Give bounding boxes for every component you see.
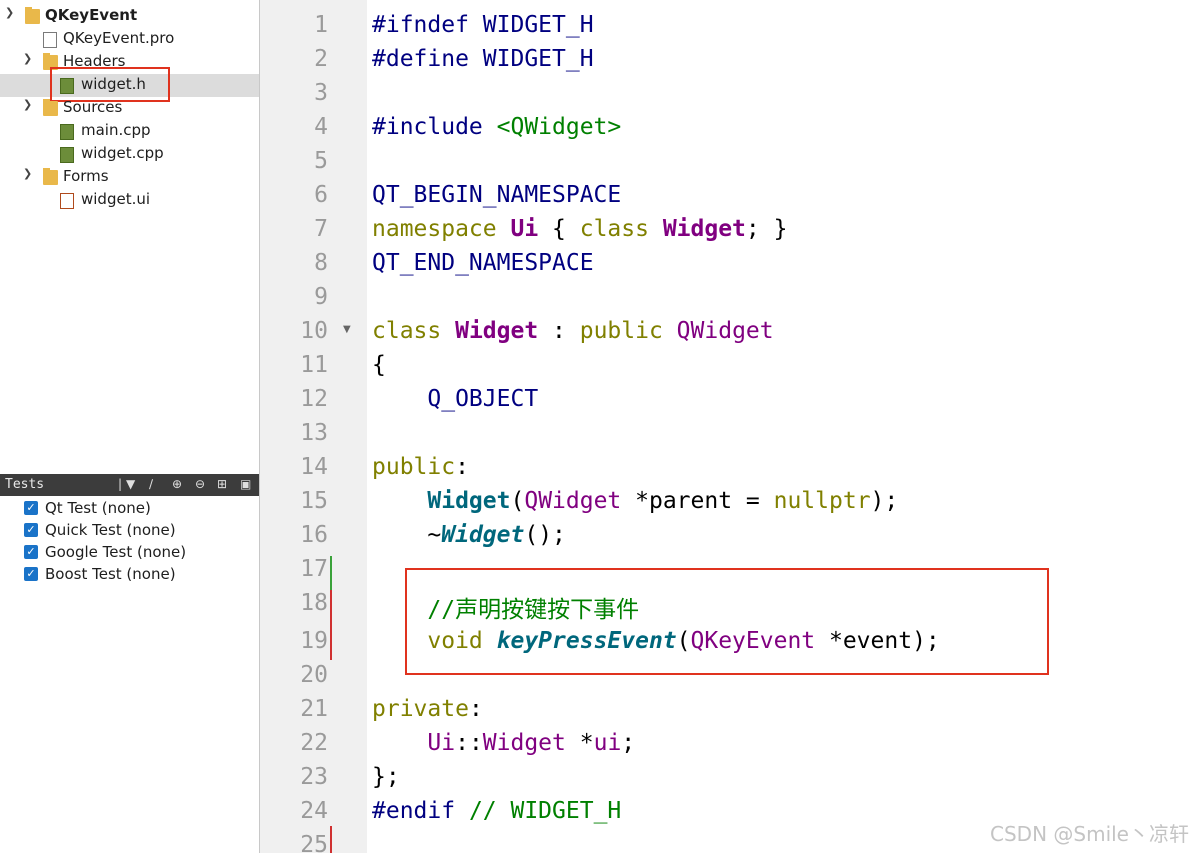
line-number: 16: [300, 522, 328, 548]
code-line-24: #endif // WIDGET_H: [372, 798, 622, 824]
close-panel-icon[interactable]: ▣: [240, 477, 251, 491]
test-label: Google Test (none): [45, 543, 187, 561]
ui-file-icon: [60, 193, 74, 209]
line-number: 9: [314, 284, 328, 310]
tree-item-pro-file[interactable]: QKeyEvent.pro: [0, 28, 259, 51]
line-number: 14: [300, 454, 328, 480]
filter-icon[interactable]: ▼: [126, 477, 135, 491]
test-label: Boost Test (none): [45, 565, 176, 583]
pro-file-label: QKeyEvent.pro: [63, 29, 175, 47]
checkbox-checked-icon[interactable]: ✓: [24, 567, 38, 581]
line-number: 2: [314, 46, 328, 72]
line-number: 25: [300, 832, 328, 858]
change-marker-modified: [330, 826, 332, 853]
project-tree: ❯ QKeyEvent QKeyEvent.pro ❯ Headers widg…: [0, 0, 259, 472]
code-line-1: #ifndef WIDGET_H: [372, 12, 594, 38]
project-name: QKeyEvent: [45, 6, 138, 24]
form-file-label: widget.ui: [81, 190, 151, 208]
checkbox-checked-icon[interactable]: ✓: [24, 501, 38, 515]
cpp-file-icon: [60, 147, 74, 163]
code-line-23: };: [372, 764, 400, 790]
tree-item-project[interactable]: ❯ QKeyEvent: [0, 5, 259, 28]
line-number: 7: [314, 216, 328, 242]
line-number: 20: [300, 662, 328, 688]
code-line-15: Widget(QWidget *parent = nullptr);: [427, 488, 899, 514]
split-icon[interactable]: ⊞: [217, 477, 227, 491]
chevron-down-icon[interactable]: ❯: [23, 98, 32, 111]
checkbox-checked-icon[interactable]: ✓: [24, 523, 38, 537]
test-label: Quick Test (none): [45, 521, 176, 539]
code-line-10: class Widget : public QWidget: [372, 318, 774, 344]
chevron-down-icon[interactable]: ❯: [5, 6, 14, 19]
pro-file-icon: [43, 32, 57, 48]
line-number: 5: [314, 148, 328, 174]
change-marker-added: [330, 556, 332, 590]
code-line-16: ~Widget();: [372, 522, 566, 548]
project-folder-icon: [25, 7, 40, 24]
line-number: 11: [300, 352, 328, 378]
tree-item-forms[interactable]: ❯ Forms: [0, 166, 259, 189]
line-number: 4: [314, 114, 328, 140]
collapse-icon[interactable]: ⊖: [195, 477, 205, 491]
code-line-14: public:: [372, 454, 469, 480]
tests-header: Tests | ▼ ∕ ⊕ ⊖ ⊞ ▣: [0, 474, 259, 496]
line-number: 1: [314, 12, 328, 38]
tests-panel: Tests | ▼ ∕ ⊕ ⊖ ⊞ ▣ ✓ Qt Test (none) ✓ Q…: [0, 474, 259, 853]
folder-icon: [43, 99, 58, 116]
code-line-6: QT_BEGIN_NAMESPACE: [372, 182, 622, 208]
fold-arrow-icon[interactable]: ▼: [343, 324, 351, 335]
code-line-2: #define WIDGET_H: [372, 46, 594, 72]
code-line-12: Q_OBJECT: [372, 386, 539, 412]
line-number: 19: [300, 628, 328, 654]
code-highlight-box: [405, 568, 1049, 675]
code-line-21: private:: [372, 696, 483, 722]
cpp-file-icon: [60, 124, 74, 140]
line-number: 10: [300, 318, 328, 344]
forms-folder-label: Forms: [63, 167, 109, 185]
folder-icon: [43, 168, 58, 185]
code-line-22: Ui::Widget *ui;: [427, 730, 636, 756]
code-line-8: QT_END_NAMESPACE: [372, 250, 594, 276]
tree-item-widget-ui[interactable]: widget.ui: [0, 189, 259, 212]
watermark: CSDN @Smile丶凉轩: [990, 822, 1189, 846]
line-number: 21: [300, 696, 328, 722]
checkbox-checked-icon[interactable]: ✓: [24, 545, 38, 559]
tree-item-sources[interactable]: ❯ Sources: [0, 97, 259, 120]
tree-item-widget-cpp[interactable]: widget.cpp: [0, 143, 259, 166]
line-number: 3: [314, 80, 328, 106]
line-number: 22: [300, 730, 328, 756]
line-number: 17: [300, 556, 328, 582]
tests-title: Tests: [5, 477, 45, 492]
separator-icon: |: [118, 477, 123, 491]
sidebar: ❯ QKeyEvent QKeyEvent.pro ❯ Headers widg…: [0, 0, 260, 853]
test-label: Qt Test (none): [45, 499, 151, 517]
line-number: 13: [300, 420, 328, 446]
line-number: 8: [314, 250, 328, 276]
chevron-down-icon[interactable]: ❯: [23, 167, 32, 180]
change-marker-modified: [330, 590, 332, 660]
chevron-down-icon[interactable]: ❯: [23, 52, 32, 65]
code-line-11: {: [372, 352, 386, 378]
tree-item-main-cpp[interactable]: main.cpp: [0, 120, 259, 143]
sources-folder-label: Sources: [63, 98, 123, 116]
source-file-label: main.cpp: [81, 121, 151, 139]
line-number: 12: [300, 386, 328, 412]
line-number: 24: [300, 798, 328, 824]
link-icon[interactable]: ∕: [149, 477, 153, 491]
line-number: 18: [300, 590, 328, 616]
source-file-label: widget.cpp: [81, 144, 164, 162]
expand-icon[interactable]: ⊕: [172, 477, 182, 491]
line-number: 23: [300, 764, 328, 790]
code-line-7: namespace Ui { class Widget; }: [372, 216, 788, 242]
code-line-4: #include <QWidget>: [372, 114, 622, 140]
line-number: 15: [300, 488, 328, 514]
line-number: 6: [314, 182, 328, 208]
